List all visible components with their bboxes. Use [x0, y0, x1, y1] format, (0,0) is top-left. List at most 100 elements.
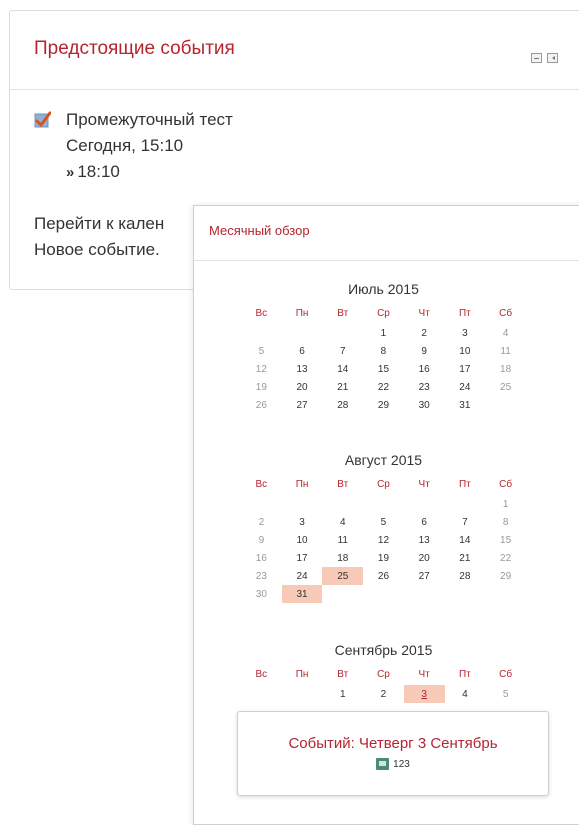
event-end-time: » 18:10 — [66, 159, 233, 186]
weekday-label: Сб — [499, 307, 513, 319]
calendar-week-row: 12 13 14 15 16 17 18 — [241, 360, 526, 378]
calendar-day: 6 — [421, 516, 427, 528]
calendar-day[interactable]: 3 — [403, 685, 445, 703]
weekday-label: Вс — [255, 478, 268, 490]
calendar-day: 21 — [337, 381, 349, 393]
weekday-label: Вт — [337, 668, 349, 680]
calendar-day[interactable]: 31 — [281, 585, 323, 603]
calendar-day: 17 — [296, 552, 308, 564]
calendar-day: 5 — [258, 345, 265, 357]
calendar-day: 4 — [339, 516, 346, 528]
weekday-label: Чт — [418, 307, 430, 319]
empty-day-cell — [363, 495, 404, 513]
month-caption: Август 2015 — [344, 452, 423, 468]
weekday-label: Вт — [337, 307, 349, 319]
empty-day-cell — [241, 495, 282, 513]
calendar-week-row: 1 2 3 4 5 — [241, 685, 526, 703]
weekday-header-row: Вс Пн Вт Ср Чт Пт Сб — [241, 473, 526, 495]
calendar-day: 6 — [299, 345, 305, 357]
calendar-day: 30 — [418, 399, 430, 411]
calendar-day: 28 — [337, 399, 349, 411]
block-header: Предстоящие события — [10, 11, 579, 90]
quiz-checkbox-icon — [34, 111, 51, 128]
calendar-day: 29 — [377, 399, 390, 411]
calendar-day: 16 — [255, 552, 267, 564]
event-tooltip: Событий: Четверг 3 Сентябрь 123 — [237, 711, 549, 796]
calendar-week-row: 30 31 — [241, 585, 526, 603]
calendar-day: 14 — [337, 363, 349, 375]
calendar-day: 21 — [459, 552, 471, 564]
calendar-day: 27 — [296, 399, 308, 411]
calendar-table: Вс Пн Вт Ср Чт Пт Сб 1 2 3 4 5 6 7 8 9 10 11 12 13 14 15 16 17 1… — [241, 473, 526, 603]
calendar-day: 14 — [459, 534, 471, 546]
empty-day-cell — [322, 495, 363, 513]
calendar-day: 23 — [418, 381, 430, 393]
weekday-label: Пн — [295, 478, 309, 490]
weekday-label: Пн — [295, 307, 309, 319]
calendar-day: 11 — [337, 534, 348, 546]
calendar-day: 17 — [459, 363, 471, 375]
calendar-day: 4 — [502, 327, 509, 339]
empty-day-cell — [241, 685, 282, 703]
weekday-label: Ср — [377, 478, 390, 490]
calendar-day: 13 — [296, 363, 308, 375]
calendar-day: 7 — [339, 345, 346, 357]
calendar-day: 3 — [462, 327, 468, 339]
calendar-day: 19 — [255, 381, 267, 393]
calendar-table: Вс Пн Вт Ср Чт Пт Сб 1 2 3 4 5 — [241, 663, 526, 703]
weekday-label: Ср — [377, 668, 390, 680]
empty-day-cell — [282, 685, 323, 703]
calendar-day: 28 — [459, 570, 471, 582]
empty-day-cell — [322, 585, 363, 603]
calendar-day: 8 — [502, 516, 509, 528]
block-title: Предстоящие события — [34, 38, 235, 59]
calendar-day: 2 — [380, 688, 387, 700]
event-name-link[interactable]: Промежуточный тест — [66, 107, 233, 133]
calendar-day: 24 — [296, 570, 308, 582]
weekday-label: Сб — [499, 668, 513, 680]
calendar-day: 3 — [299, 516, 305, 528]
popup-header: Месячный обзор — [194, 206, 579, 261]
calendar-day: 18 — [337, 552, 349, 564]
tooltip-event-label[interactable]: 123 — [393, 759, 410, 770]
empty-day-cell — [445, 585, 486, 603]
calendar-day: 25 — [500, 381, 512, 393]
calendar-day: 31 — [459, 399, 471, 411]
empty-day-cell — [485, 396, 526, 414]
weekday-label: Ср — [377, 307, 390, 319]
calendar-day: 22 — [500, 552, 512, 564]
calendar-day: 12 — [377, 534, 390, 546]
calendar-day: 24 — [459, 381, 471, 393]
event-start-time: Сегодня, 15:10 — [66, 136, 184, 155]
calendar-day: 27 — [418, 570, 430, 582]
empty-day-cell — [363, 585, 404, 603]
calendar-day: 2 — [421, 327, 427, 339]
calendar-week-row: 2 3 4 5 6 7 8 — [241, 513, 526, 531]
calendar-day[interactable]: 25 — [322, 567, 364, 585]
calendar-day: 10 — [459, 345, 471, 357]
empty-day-cell — [322, 324, 363, 342]
calendar-day: 4 — [462, 688, 468, 700]
month-august: Август 2015 Вс Пн Вт Ср Чт Пт Сб 1 2 3 4 5 6 7 8 9 10 11 1… — [241, 447, 526, 603]
go-to-calendar-link[interactable]: Перейти к кален — [34, 211, 164, 237]
tooltip-event-item[interactable]: 123 — [376, 758, 410, 770]
calendar-day: 12 — [255, 363, 267, 375]
weekday-label: Вт — [337, 478, 349, 490]
calendar-day: 10 — [296, 534, 308, 546]
block-footer-links: Перейти к кален Новое событие. — [34, 211, 164, 263]
calendar-day: 20 — [418, 552, 430, 564]
weekday-label: Пн — [295, 668, 309, 680]
calendar-day: 30 — [255, 588, 267, 600]
dock-block-icon[interactable] — [547, 53, 558, 63]
quiz-icon — [376, 758, 390, 770]
new-event-link[interactable]: Новое событие. — [34, 237, 164, 263]
calendar-day: 26 — [377, 570, 390, 582]
calendar-week-row: 1 2 3 4 — [241, 324, 526, 342]
empty-day-cell — [485, 585, 526, 603]
calendar-day: 1 — [380, 327, 387, 339]
weekday-header-row: Вс Пн Вт Ср Чт Пт Сб — [241, 663, 526, 685]
weekday-label: Пт — [458, 307, 471, 319]
calendar-day: 19 — [377, 552, 390, 564]
minimize-block-icon[interactable] — [531, 53, 542, 63]
calendar-day: 1 — [339, 688, 346, 700]
